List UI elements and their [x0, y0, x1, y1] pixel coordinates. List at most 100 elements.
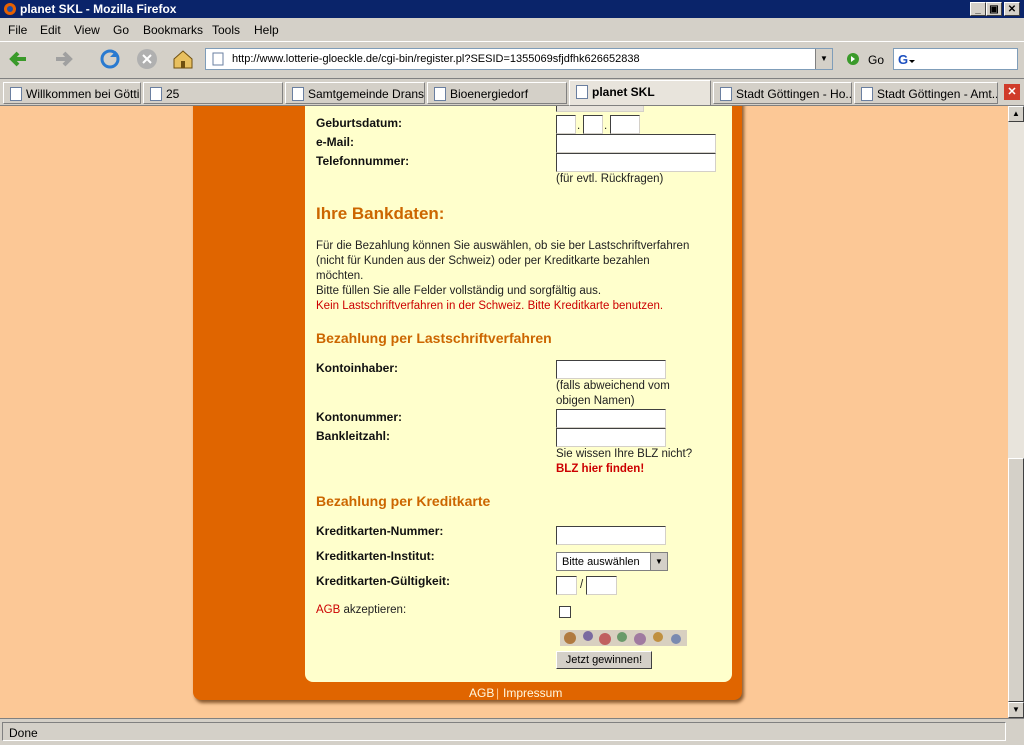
agb-row: AGB akzeptieren:	[316, 604, 406, 616]
home-icon[interactable]	[171, 47, 195, 71]
footer-impressum-link[interactable]: Impressum	[503, 686, 562, 700]
date-separator: .	[604, 120, 608, 132]
kk-institut-select[interactable]: Bitte auswählen ▼	[556, 552, 668, 571]
url-bar[interactable]: http://www.lotterie-gloeckle.de/cgi-bin/…	[205, 48, 833, 70]
kreditkarte-heading: Bezahlung per Kreditkarte	[316, 493, 491, 509]
bank-heading: Ihre Bankdaten:	[316, 204, 445, 223]
search-input[interactable]: G	[893, 48, 1018, 70]
menu-edit[interactable]: Edit	[40, 23, 61, 37]
bank-warning: Kein Lastschriftverfahren in der Schweiz…	[316, 300, 664, 312]
tab-label: planet SKL	[592, 85, 655, 99]
geburtsdatum-label: Geburtsdatum:	[316, 116, 403, 130]
kk-institut-label: Kreditkarten-Institut:	[316, 549, 435, 563]
tab-label: 25	[166, 87, 180, 101]
tab-label: Samtgemeinde Drans...	[308, 87, 425, 101]
tab-label: Stadt Göttingen - Amt...	[877, 87, 998, 101]
kk-gueltig-label: Kreditkarten-Gültigkeit:	[316, 574, 451, 588]
kk-year-input[interactable]	[586, 576, 617, 595]
firefox-icon	[4, 3, 16, 15]
menu-bar: File Edit View Go Bookmarks Tools Help	[0, 19, 1024, 41]
bank-intro-line-2: (nicht für Kunden aus der Schweiz) oder …	[316, 255, 650, 267]
page-icon	[212, 52, 224, 66]
kk-institut-value: Bitte auswählen	[562, 556, 640, 568]
menu-view[interactable]: View	[74, 23, 100, 37]
birth-day-input[interactable]	[556, 115, 576, 134]
go-icon[interactable]	[846, 52, 860, 66]
reload-icon[interactable]	[98, 47, 122, 71]
menu-go[interactable]: Go	[113, 23, 129, 37]
bank-intro-line-3: möchten.	[316, 270, 364, 282]
menu-tools[interactable]: Tools	[212, 23, 240, 37]
agb-checkbox[interactable]	[559, 606, 571, 618]
status-panel: Done	[2, 722, 1006, 741]
back-icon[interactable]	[6, 47, 30, 71]
kontoinhaber-field[interactable]	[556, 360, 666, 379]
telefon-label: Telefonnummer:	[316, 154, 410, 168]
form-panel	[305, 106, 732, 682]
google-search-icon[interactable]: G	[897, 52, 915, 66]
page-icon	[861, 87, 873, 101]
url-dropdown-button[interactable]: ▼	[815, 49, 832, 69]
page-icon	[576, 85, 588, 99]
kk-nummer-label: Kreditkarten-Nummer:	[316, 524, 444, 538]
date-separator: .	[577, 120, 581, 132]
tab-stadt-goettingen-amt[interactable]: Stadt Göttingen - Amt...	[854, 82, 998, 104]
tab-bioenergiedorf[interactable]: Bioenergiedorf	[427, 82, 567, 104]
kontoinhaber-label: Kontoinhaber:	[316, 361, 398, 375]
email-label: e-Mail:	[316, 135, 355, 149]
go-button[interactable]: Go	[868, 53, 884, 67]
blz-link[interactable]: BLZ hier finden!	[556, 463, 644, 475]
page-icon	[10, 87, 22, 101]
tab-label: Willkommen bei Götti...	[26, 87, 141, 101]
status-text: Done	[9, 726, 38, 740]
close-button[interactable]: ✕	[1004, 2, 1020, 16]
page-icon	[292, 87, 304, 101]
kontonummer-label: Kontonummer:	[316, 410, 402, 424]
kk-slash: /	[580, 579, 584, 591]
tab-label: Bioenergiedorf	[450, 87, 529, 101]
close-tab-icon[interactable]: ✕	[1004, 84, 1020, 100]
kontonummer-field[interactable]	[556, 409, 666, 428]
agb-link[interactable]: AGB	[316, 604, 340, 616]
tab-willkommen[interactable]: Willkommen bei Götti...	[3, 82, 141, 104]
telefon-field[interactable]	[556, 153, 716, 172]
tab-planet-skl[interactable]: planet SKL	[569, 80, 711, 106]
menu-help[interactable]: Help	[254, 23, 279, 37]
blz-field[interactable]	[556, 428, 666, 447]
submit-button[interactable]: Jetzt gewinnen!	[556, 651, 652, 669]
page-content: Geburtsdatum: . . e-Mail: Telefonnummer:…	[0, 106, 1008, 718]
maximize-button[interactable]: ▣	[986, 2, 1002, 16]
agb-text: akzeptieren:	[343, 604, 407, 616]
bank-intro-line-4: Bitte füllen Sie alle Felder vollständig…	[316, 285, 602, 297]
scroll-up-icon[interactable]: ▲	[1008, 106, 1024, 122]
birth-month-input[interactable]	[583, 115, 603, 134]
chevron-down-icon[interactable]: ▼	[650, 553, 667, 570]
lastschrift-heading: Bezahlung per Lastschriftverfahren	[316, 330, 552, 346]
minimize-button[interactable]: _	[970, 2, 986, 16]
menu-bookmarks[interactable]: Bookmarks	[143, 23, 203, 37]
tab-samtgemeinde[interactable]: Samtgemeinde Drans...	[285, 82, 425, 104]
kk-nummer-field[interactable]	[556, 526, 666, 545]
tab-stadt-goettingen-ho[interactable]: Stadt Göttingen - Ho...	[713, 82, 852, 104]
vertical-scrollbar[interactable]: ▲ ▼	[1008, 106, 1024, 718]
status-bar: Done	[0, 718, 1024, 745]
kk-month-input[interactable]	[556, 576, 577, 595]
tab-25[interactable]: 25	[143, 82, 283, 104]
birth-year-input[interactable]	[610, 115, 640, 134]
decorative-banner-image	[560, 630, 687, 646]
footer-agb-link[interactable]: AGB	[469, 686, 494, 700]
stop-icon[interactable]	[135, 47, 159, 71]
bank-intro-line-1: Für die Bezahlung können Sie auswählen, …	[316, 240, 690, 252]
telefon-hint: (für evtl. Rückfragen)	[556, 173, 664, 185]
menu-file[interactable]: File	[8, 23, 27, 37]
url-text: http://www.lotterie-gloeckle.de/cgi-bin/…	[232, 53, 640, 65]
blz-hint: Sie wissen Ihre BLZ nicht?	[556, 448, 693, 460]
scrollbar-thumb[interactable]	[1008, 458, 1024, 702]
kontoinhaber-hint-1: (falls abweichend vom	[556, 380, 670, 392]
scroll-down-icon[interactable]: ▼	[1008, 702, 1024, 718]
forward-icon[interactable]	[52, 47, 76, 71]
anrede-select[interactable]	[556, 106, 644, 112]
email-field[interactable]	[556, 134, 716, 153]
svg-text:G: G	[898, 52, 908, 66]
tab-label: Stadt Göttingen - Ho...	[736, 87, 852, 101]
